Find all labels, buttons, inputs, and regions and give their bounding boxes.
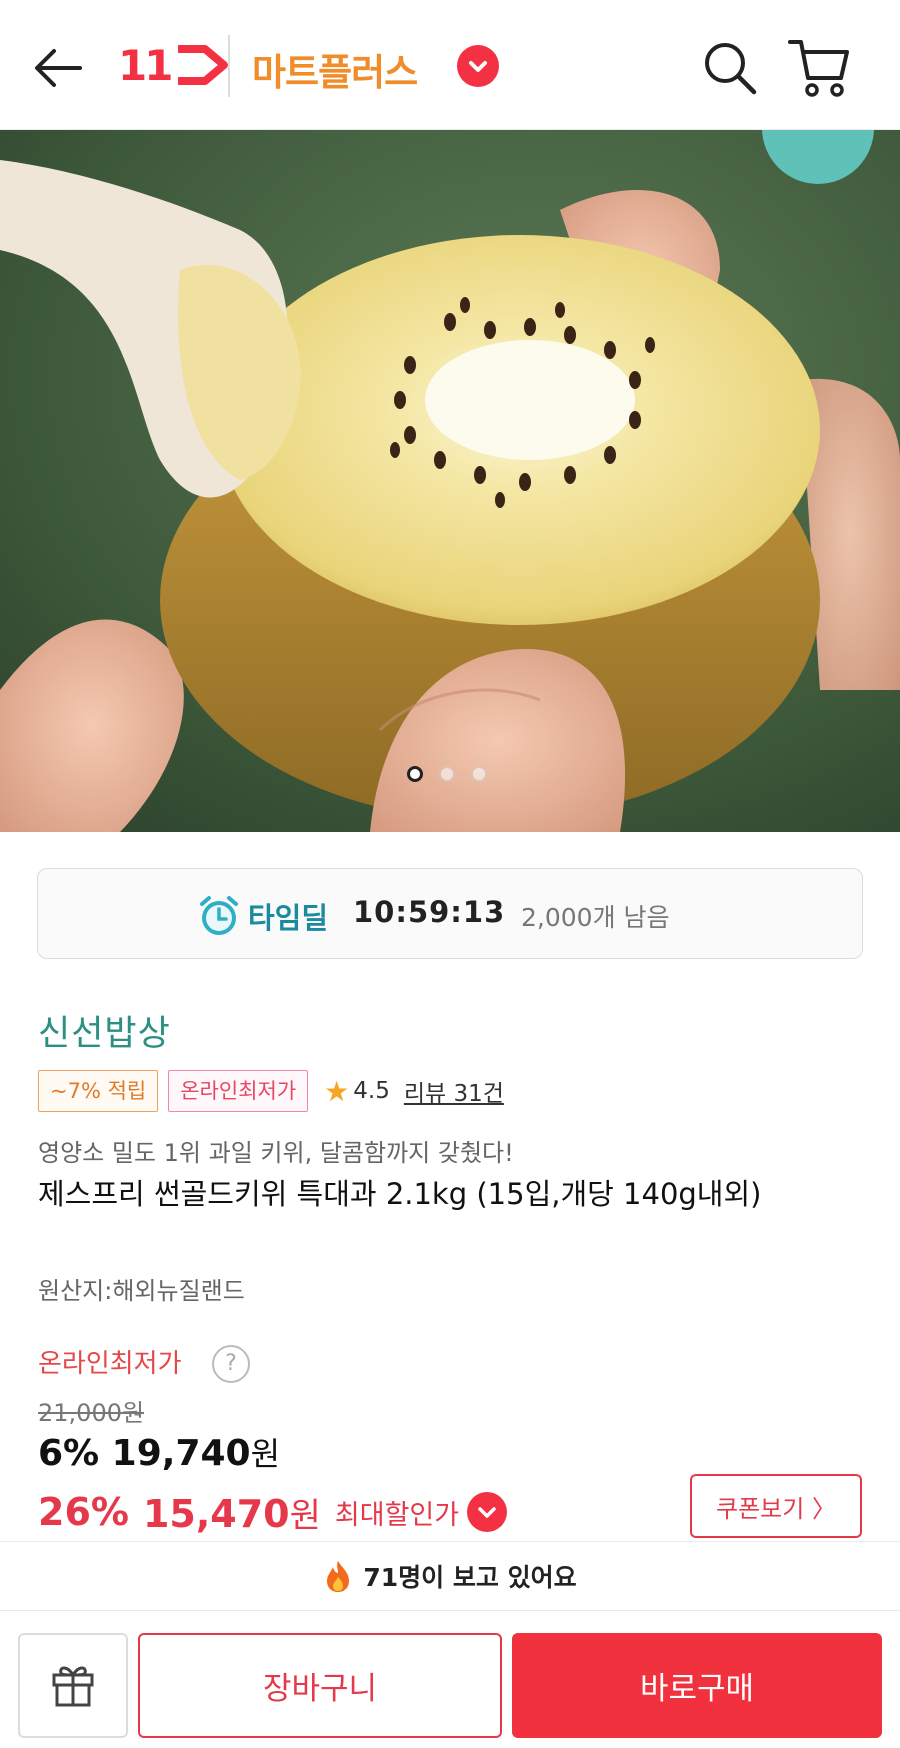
max-discount-price: 15,470원 [143, 1488, 321, 1537]
sale-price: 19,740 [111, 1433, 251, 1474]
add-to-cart-button[interactable]: 장바구니 [138, 1633, 502, 1738]
viewers-text: 71명이 보고 있어요 [363, 1562, 577, 1592]
sale-price-row: 6% 19,740원 [38, 1429, 280, 1475]
product-origin: 원산지:해외뉴질랜드 [38, 1277, 245, 1305]
chevron-down-icon[interactable] [467, 1492, 508, 1532]
timedeal-label: 타임딜 [248, 901, 329, 935]
help-icon[interactable]: ? [212, 1345, 250, 1383]
search-button[interactable] [700, 38, 760, 98]
fire-icon [327, 1560, 350, 1592]
back-arrow-icon [35, 49, 82, 87]
timedeal-countdown: 10:59:13 [353, 895, 506, 929]
carousel-dot-3[interactable] [471, 766, 487, 782]
point-badge: ~7% 적립 [38, 1070, 159, 1112]
price-type-label: 온라인최저가 [38, 1349, 182, 1379]
product-badges: ~7% 적립 온라인최저가 ★ 4.5 리뷰 31건 [38, 1070, 504, 1112]
cart-button[interactable] [785, 34, 855, 100]
logo-arrow-icon [178, 45, 229, 85]
coupon-view-button[interactable]: 쿠폰보기 〉 [690, 1474, 862, 1538]
max-discount-percent: 26% [38, 1490, 129, 1534]
carousel-dot-2[interactable] [439, 766, 455, 782]
product-subtitle: 영양소 밀도 1위 과일 키위, 달콤함까지 갖췄다! [38, 1139, 514, 1167]
cart-icon [788, 40, 849, 97]
max-price-value: 15,470 [142, 1491, 290, 1536]
review-count-link[interactable]: 리뷰 31건 [404, 1074, 504, 1108]
logo-text: 11 [118, 40, 173, 90]
top-header: 11 마트플러스 [0, 0, 900, 130]
timedeal-banner: 타임딜 10:59:13 2,000개 남음 [37, 868, 863, 959]
product-title: 제스프리 썬골드키위 특대과 2.1kg (15입,개당 140g내외) [38, 1177, 762, 1211]
mart-plus-title[interactable]: 마트플러스 [252, 42, 418, 96]
alarm-clock-icon [200, 896, 238, 935]
sale-price-unit: 원 [250, 1435, 281, 1473]
back-button[interactable] [30, 38, 90, 98]
site-logo[interactable]: 11 [118, 40, 230, 90]
timedeal-remaining: 2,000개 남음 [521, 903, 670, 932]
product-image-carousel[interactable] [0, 130, 900, 832]
carousel-dot-1[interactable] [407, 766, 423, 782]
bottom-action-bar: 장바구니 바로구매 [0, 1610, 900, 1748]
viewers-notice: 71명이 보고 있어요 [0, 1541, 900, 1609]
max-discount-label[interactable]: 최대할인가 [335, 1493, 459, 1532]
gift-button[interactable] [18, 1633, 128, 1738]
max-price-unit: 원 [289, 1495, 321, 1536]
rating: ★ 4.5 리뷰 31건 [324, 1074, 504, 1108]
star-icon: ★ [324, 1074, 350, 1108]
carousel-indicator [407, 766, 487, 782]
search-icon [705, 43, 757, 95]
mart-dropdown-icon[interactable] [457, 45, 499, 87]
lowest-price-badge: 온라인최저가 [168, 1070, 309, 1112]
buy-now-button[interactable]: 바로구매 [512, 1633, 882, 1738]
kiwi-product-image [0, 130, 900, 832]
rating-value: 4.5 [353, 1078, 390, 1104]
max-discount-row: 26% 15,470원 최대할인가 [38, 1487, 508, 1537]
brand-name[interactable]: 신선밥상 [38, 1005, 171, 1056]
header-divider [228, 35, 230, 97]
gift-icon [52, 1666, 94, 1707]
sale-discount-percent: 6% [38, 1433, 100, 1474]
original-price: 21,000원 [38, 1399, 145, 1427]
